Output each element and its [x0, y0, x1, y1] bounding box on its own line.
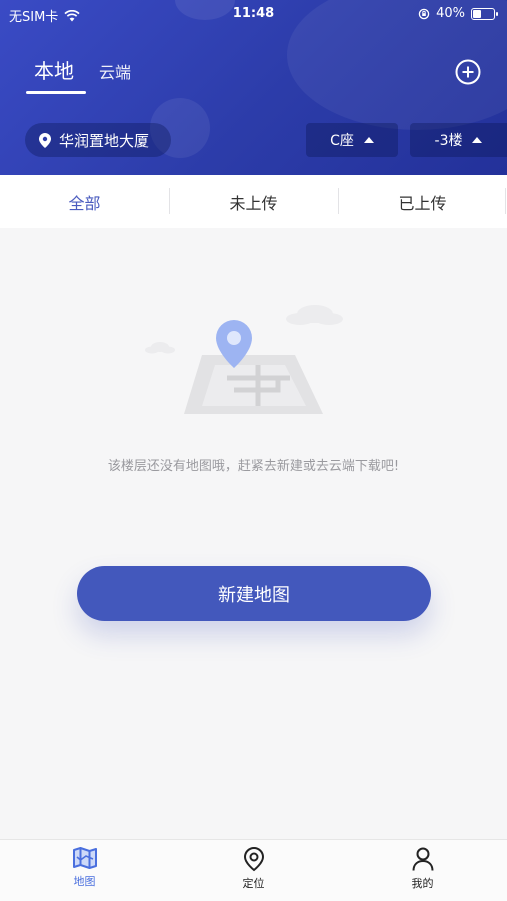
map-with-pin-icon: [145, 305, 343, 414]
map-icon: [72, 847, 97, 869]
location-label: 华润置地大厦: [59, 131, 150, 150]
battery-percent: 40%: [436, 6, 465, 21]
tab-cloud[interactable]: 云端: [99, 59, 131, 83]
filter-divider: [169, 188, 170, 214]
filter-divider: [338, 188, 339, 214]
building-label: C座: [330, 133, 354, 149]
empty-state-message: 该楼层还没有地图哦，赶紧去新建或去云端下载吧!: [107, 459, 400, 474]
filter-tab-all[interactable]: 全部: [0, 175, 169, 228]
tab-local-indicator: [26, 91, 86, 94]
tabbar-label-map: 地图: [73, 875, 96, 888]
caret-up-icon: [363, 137, 374, 143]
tabbar-label-location: 定位: [242, 877, 265, 890]
battery-icon: [471, 7, 498, 20]
building-selector[interactable]: C座: [306, 123, 398, 157]
location-pin-icon: [243, 846, 264, 872]
location-pin-icon: [39, 132, 51, 148]
user-icon: [412, 847, 433, 871]
tabbar-label-profile: 我的: [411, 877, 434, 890]
tabbar-item-profile[interactable]: 我的: [338, 840, 507, 901]
location-selector[interactable]: 华润置地大厦: [25, 123, 171, 157]
tabbar-item-map[interactable]: 地图: [0, 840, 169, 901]
filter-divider: [505, 188, 506, 214]
new-map-button[interactable]: 新建地图: [77, 566, 431, 621]
floor-selector[interactable]: -3楼: [410, 123, 507, 157]
add-map-button[interactable]: [455, 59, 481, 85]
tab-local[interactable]: 本地: [34, 55, 74, 84]
tab-bar: 地图 定位 我的: [0, 839, 507, 901]
orientation-lock-icon: [418, 8, 430, 19]
filter-tab-uploaded[interactable]: 已上传: [338, 175, 507, 228]
status-bar: 无SIM卡 11:48 40%: [0, 0, 507, 28]
floor-label: -3楼: [434, 133, 463, 149]
filter-tab-not-uploaded[interactable]: 未上传: [169, 175, 338, 228]
filter-tabs: 全部 未上传 已上传: [0, 175, 507, 228]
header: 无SIM卡 11:48 40% 本地 云端 华润置地大厦 C座 -3楼: [0, 0, 507, 175]
caret-up-icon: [472, 137, 483, 143]
tabbar-item-location[interactable]: 定位: [169, 840, 338, 901]
